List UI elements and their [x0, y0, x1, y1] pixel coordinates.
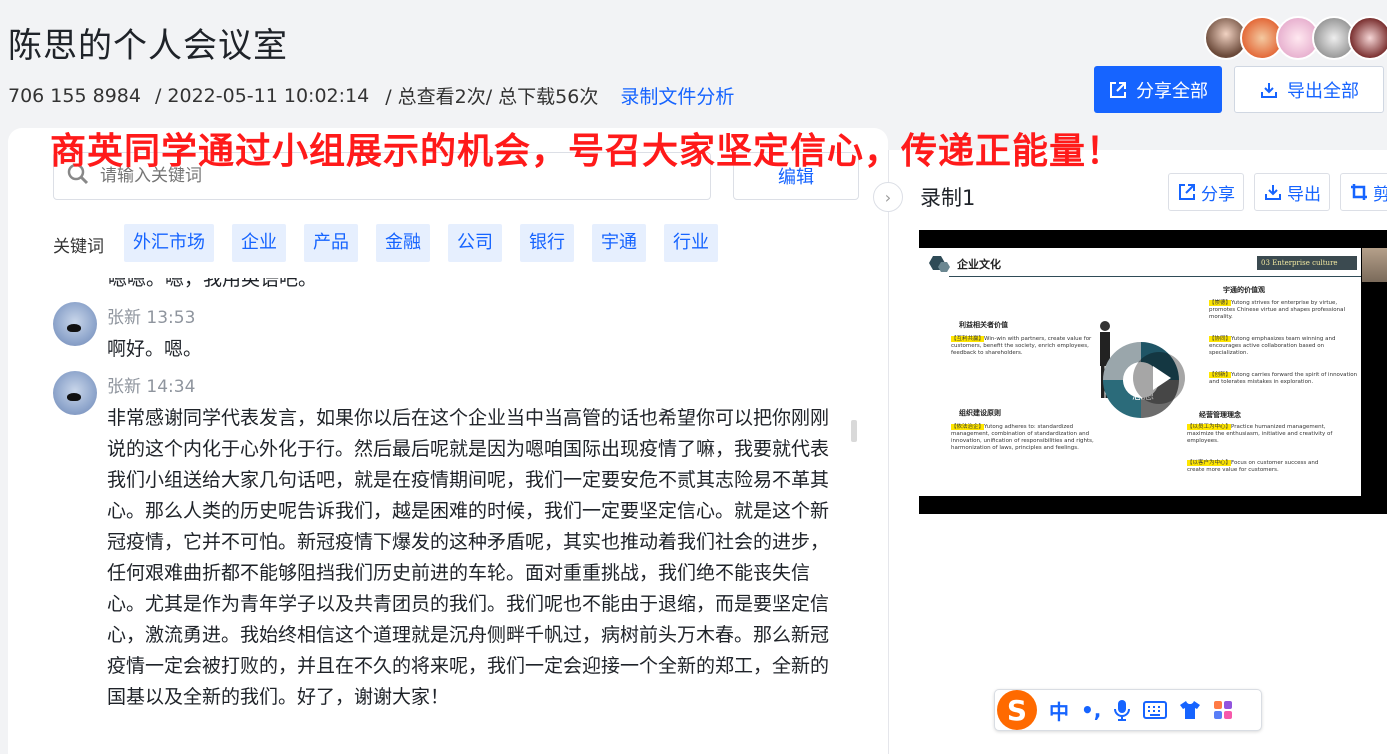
slide-text: 【以客户为中心】Focus on customer success and cr… [1187, 460, 1337, 474]
recording-toolbar: 分享 导出 剪 [1168, 173, 1387, 211]
keyword-tag[interactable]: 银行 [520, 224, 574, 262]
caption-banner: 商英同学通过小组展示的机会，号召大家坚定信心，传递正能量！ [50, 131, 1124, 172]
share-all-label: 分享全部 [1136, 80, 1208, 102]
recording-title: 录制1 [920, 186, 976, 210]
keyword-tag[interactable]: 宇通 [592, 224, 646, 262]
clip-label: 剪 [1373, 184, 1387, 205]
slide-divider [949, 276, 1361, 277]
slide-highlight: 【协同】 [1209, 336, 1232, 342]
transcript-partial-line: 嗯嗯。嗯，我用英语吧。 [108, 278, 318, 290]
keyboard-icon[interactable] [1143, 701, 1168, 719]
share-icon [1177, 182, 1197, 202]
export-all-button[interactable]: 导出全部 [1234, 66, 1384, 113]
slide-highlight: 【创新】 [1209, 372, 1232, 378]
slide-highlight: 【依法治企】 [951, 424, 985, 430]
slide-heading: 利益相关者价值 [959, 321, 1008, 329]
speaker-avatar [53, 371, 97, 415]
keyword-tag[interactable]: 金融 [376, 224, 430, 262]
ime-logo[interactable]: S [997, 690, 1037, 730]
microphone-icon[interactable] [1113, 699, 1131, 721]
toolbox-icon[interactable] [1213, 700, 1233, 720]
participant-avatars[interactable] [1204, 16, 1387, 64]
slide-title: 企业文化 [957, 258, 1001, 271]
chevron-right-icon: › [884, 187, 892, 207]
download-icon [1263, 182, 1283, 202]
speaker-name: 张新 [107, 377, 141, 397]
slide-highlight: 【以员工为中心】 [1187, 424, 1232, 430]
speaker-avatar [53, 302, 97, 346]
keyword-tag[interactable]: 公司 [448, 224, 502, 262]
keyword-tag[interactable]: 产品 [304, 224, 358, 262]
export-button[interactable]: 导出 [1254, 173, 1330, 211]
message-time: 13:53 [146, 308, 196, 328]
slide-text: 【协同】Yutong emphasizes team winning and e… [1209, 336, 1359, 357]
play-button[interactable] [1133, 352, 1185, 404]
keywords-label: 关键词 [53, 237, 104, 257]
export-label: 导出 [1287, 184, 1321, 205]
video-player[interactable]: 企业文化 03 Enterprise culture 利益相关者价值 【互利共赢… [919, 230, 1387, 514]
keyword-tag[interactable]: 行业 [664, 224, 718, 262]
keyword-list: 外汇市场 企业 产品 金融 公司 银行 宇通 行业 [124, 224, 736, 262]
transcript-message: 张新 13:53 啊好。嗯。 [53, 302, 853, 365]
speaker-video-thumbnail [1362, 248, 1387, 282]
keyword-tag[interactable]: 外汇市场 [124, 224, 214, 262]
slide-body: Yutong carries forward the spirit of inn… [1209, 372, 1358, 385]
crop-icon [1349, 182, 1369, 202]
slide-text: 【依法治企】Yutong adheres to: standardized ma… [951, 424, 1101, 452]
collapse-toggle-button[interactable]: › [873, 182, 903, 212]
speaker-line: 张新 14:34 [107, 371, 842, 403]
ime-toolbar[interactable]: S 中 •, [994, 689, 1262, 731]
slide-highlight: 【崇德】 [1209, 300, 1232, 306]
avatar[interactable] [1348, 16, 1387, 60]
hexagon-icon [929, 256, 950, 272]
transcript-list[interactable]: 嗯嗯。嗯，我用英语吧。 张新 13:53 啊好。嗯。 张新 14:34 非常感谢… [53, 278, 853, 754]
analysis-link[interactable]: 录制文件分析 [620, 82, 734, 109]
meeting-datetime: / 2022-05-11 10:02:14 [154, 84, 370, 107]
ime-mode[interactable]: 中 [1049, 696, 1069, 725]
message-time: 14:34 [146, 377, 196, 397]
slide-heading: 组织建设原则 [959, 409, 1001, 417]
message-text: 啊好。嗯。 [107, 338, 203, 360]
slide-heading: 宇通的价值观 [1223, 286, 1265, 294]
transcript-message: 张新 14:34 非常感谢同学代表发言，如果你以后在这个企业当中当高管的话也希望… [53, 371, 853, 713]
slide-heading: 经营管理理念 [1199, 411, 1241, 419]
share-icon [1108, 80, 1128, 100]
ime-punctuation[interactable]: •, [1081, 698, 1101, 722]
slide-highlight: 【以客户为中心】 [1187, 460, 1232, 466]
share-label: 分享 [1201, 184, 1235, 205]
message-text: 非常感谢同学代表发言，如果你以后在这个企业当中当高管的话也希望你可以把你刚刚说的… [107, 407, 830, 708]
view-download-stats: / 总查看2次/ 总下载56次 [385, 86, 599, 108]
speaker-line: 张新 13:53 [107, 302, 842, 334]
skin-shirt-icon[interactable] [1179, 700, 1201, 720]
export-all-label: 导出全部 [1287, 80, 1359, 102]
clip-button[interactable]: 剪 [1340, 173, 1387, 211]
page-title: 陈思的个人会议室 [8, 26, 288, 66]
slide-tag: 03 Enterprise culture [1257, 256, 1357, 270]
slide-text: 【互利共赢】Win-win with partners, create valu… [951, 336, 1101, 357]
slide-highlight: 【互利共赢】 [951, 336, 985, 342]
keyword-tag[interactable]: 企业 [232, 224, 286, 262]
scrollbar-thumb[interactable] [851, 420, 857, 442]
download-icon [1259, 80, 1279, 100]
slide-text: 【以员工为中心】Practice humanized management, m… [1187, 424, 1337, 445]
slide-text: 【创新】Yutong carries forward the spirit of… [1209, 372, 1359, 386]
speaker-name: 张新 [107, 308, 141, 328]
slide-text: 【崇德】Yutong strives for enterprise by vir… [1209, 300, 1359, 321]
meeting-id: 706 155 8984 [8, 84, 141, 107]
share-all-button[interactable]: 分享全部 [1094, 66, 1222, 113]
share-button[interactable]: 分享 [1168, 173, 1244, 211]
meeting-meta: 706 155 8984 / 2022-05-11 10:02:14 / 总查看… [8, 82, 736, 109]
play-icon [1152, 366, 1171, 390]
